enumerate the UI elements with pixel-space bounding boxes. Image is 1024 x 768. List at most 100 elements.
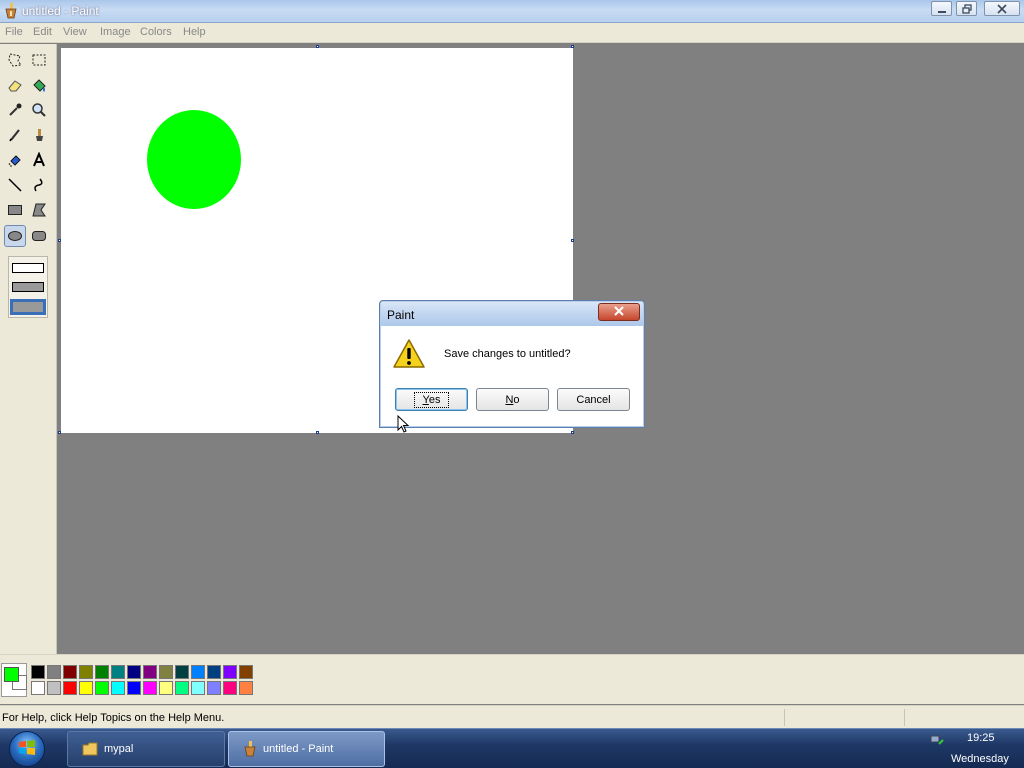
resize-handle-bottom-left [58,431,61,434]
paint-bucket-icon [31,77,47,93]
resize-handle-top-right [571,45,574,48]
palette-swatch[interactable] [239,665,253,679]
palette-swatch[interactable] [207,665,221,679]
paint-icon [229,741,257,757]
windows-orb-icon [18,739,36,760]
palette-swatch[interactable] [159,665,173,679]
curve-icon [31,177,47,193]
status-separator [904,709,905,726]
clock-day[interactable]: Wednesday [951,753,1009,765]
palette-swatch[interactable] [223,681,237,695]
brush-tool[interactable] [28,124,50,146]
resize-handle-bottom-right[interactable] [571,431,574,434]
palette-swatch[interactable] [127,665,141,679]
dialog-title-bar[interactable]: Paint [381,302,643,326]
palette-swatch[interactable] [159,681,173,695]
minimize-button[interactable] [931,1,952,16]
dialog-close-button[interactable] [598,303,640,321]
palette-swatch[interactable] [79,681,93,695]
outline-and-fill-option[interactable] [12,282,44,292]
menu-bar: File Edit View Image Colors Help [0,23,1024,43]
eraser-icon [7,77,23,93]
ellipse-tool[interactable] [4,225,26,247]
rectangle-tool[interactable] [4,199,26,221]
brush-icon [31,127,47,143]
dialog-message: Save changes to untitled? [444,348,571,360]
resize-handle-right[interactable] [571,239,574,242]
palette-swatch[interactable] [207,681,221,695]
palette-swatch[interactable] [175,681,189,695]
palette-swatch[interactable] [143,681,157,695]
magnifier-tool[interactable] [28,99,50,121]
line-icon [7,177,23,193]
green-ellipse-shape [147,110,241,209]
menu-file[interactable]: File [5,26,23,38]
pick-color-tool[interactable] [4,99,26,121]
save-changes-dialog: Paint Save changes to untitled? Yes No C… [379,300,645,428]
eraser-tool[interactable] [4,74,26,96]
outline-only-option[interactable] [12,263,44,273]
palette-swatch[interactable] [47,681,61,695]
warning-icon [393,338,425,373]
menu-help[interactable]: Help [183,26,206,38]
palette-swatch[interactable] [63,665,77,679]
polygon-tool[interactable] [28,199,50,221]
paint-app-icon[interactable] [4,3,18,19]
palette-swatch[interactable] [191,665,205,679]
window-title: untitled - Paint [22,4,99,18]
menu-colors[interactable]: Colors [140,26,172,38]
line-tool[interactable] [4,174,26,196]
palette-swatch[interactable] [175,665,189,679]
free-form-select-tool[interactable] [4,49,26,71]
palette-swatch[interactable] [95,665,109,679]
no-button[interactable]: No [476,388,549,411]
close-button[interactable] [984,1,1020,16]
window-title-bar[interactable]: untitled - Paint [0,0,1024,23]
airbrush-tool[interactable] [4,149,26,171]
taskbar-item-mypal[interactable]: mypal [67,731,225,767]
taskbar-item-label: untitled - Paint [263,743,334,755]
polygon-icon [31,202,47,218]
yes-button[interactable]: Yes [395,388,468,411]
palette-swatch[interactable] [31,665,45,679]
palette-swatch[interactable] [63,681,77,695]
text-a-icon [31,152,47,168]
clock-time[interactable]: 19:25 [967,732,995,744]
close-icon [614,305,624,319]
palette-swatch[interactable] [223,665,237,679]
fill-with-color-tool[interactable] [28,74,50,96]
taskbar-item-untitled-paint[interactable]: untitled - Paint [228,731,385,767]
fill-style-options [8,256,48,318]
restore-button[interactable] [956,1,977,16]
palette-swatch[interactable] [79,665,93,679]
pencil-tool[interactable] [4,124,26,146]
cancel-button[interactable]: Cancel [557,388,630,411]
airbrush-icon [7,152,23,168]
mouse-pointer-icon [397,414,410,437]
rectangle-select-tool[interactable] [28,49,50,71]
network-tray-icon[interactable] [930,734,944,751]
ellipse-icon [7,228,23,244]
restore-icon [961,3,972,14]
no-label: o [513,393,520,406]
palette-swatch[interactable] [111,665,125,679]
palette-swatch[interactable] [239,681,253,695]
palette-swatch[interactable] [111,681,125,695]
yes-label: es [428,393,441,406]
palette-swatch[interactable] [191,681,205,695]
palette-swatch[interactable] [143,665,157,679]
menu-edit[interactable]: Edit [33,26,52,38]
text-tool[interactable] [28,149,50,171]
close-icon [997,3,1007,14]
rounded-rectangle-tool[interactable] [28,225,50,247]
palette-swatch[interactable] [95,681,109,695]
palette-swatch[interactable] [47,665,61,679]
palette-swatch[interactable] [127,681,141,695]
curve-tool[interactable] [28,174,50,196]
menu-view[interactable]: View [63,26,87,38]
palette-swatch[interactable] [31,681,45,695]
fill-only-option[interactable] [10,299,46,315]
menu-image[interactable]: Image [100,26,131,38]
start-button[interactable] [9,731,45,767]
resize-handle-bottom[interactable] [316,431,319,434]
